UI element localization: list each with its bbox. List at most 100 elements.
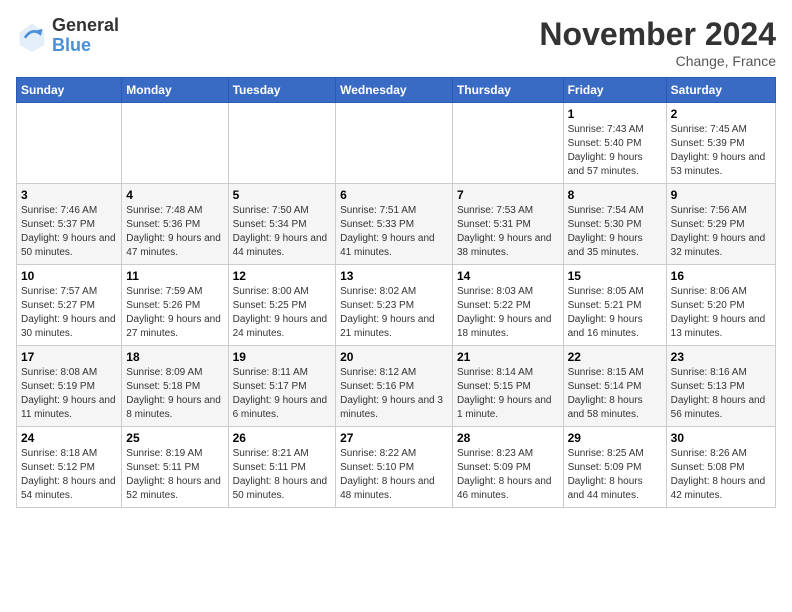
- calendar-cell: 23Sunrise: 8:16 AM Sunset: 5:13 PM Dayli…: [666, 346, 775, 427]
- day-number: 27: [340, 431, 448, 445]
- calendar-cell: [17, 103, 122, 184]
- day-number: 7: [457, 188, 559, 202]
- day-info: Sunrise: 8:00 AM Sunset: 5:25 PM Dayligh…: [233, 285, 332, 341]
- day-info: Sunrise: 8:19 AM Sunset: 5:11 PM Dayligh…: [126, 447, 223, 503]
- calendar-header: SundayMondayTuesdayWednesdayThursdayFrid…: [17, 78, 776, 103]
- logo-text: General Blue: [52, 16, 119, 56]
- weekday-header: Thursday: [452, 78, 563, 103]
- calendar-week: 3 Sunrise: 7:46 AM Sunset: 5:37 PM Daylig…: [17, 184, 776, 265]
- day-number: 10: [21, 269, 117, 283]
- day-number: 30: [671, 431, 771, 445]
- calendar-cell: 14Sunrise: 8:03 AM Sunset: 5:22 PM Dayli…: [452, 265, 563, 346]
- calendar-cell: 30 Sunrise: 8:26 AM Sunset: 5:08 PM Dayli…: [666, 427, 775, 508]
- day-number: 29: [568, 431, 662, 445]
- day-info: Sunrise: 8:12 AM Sunset: 5:16 PM Dayligh…: [340, 366, 448, 422]
- location: Change, France: [539, 53, 776, 69]
- calendar-cell: 13 Sunrise: 8:02 AM Sunset: 5:23 PM Dayli…: [336, 265, 453, 346]
- calendar-cell: 3 Sunrise: 7:46 AM Sunset: 5:37 PM Daylig…: [17, 184, 122, 265]
- calendar-table: SundayMondayTuesdayWednesdayThursdayFrid…: [16, 77, 776, 508]
- day-number: 14: [457, 269, 559, 283]
- day-number: 1: [568, 107, 662, 121]
- day-number: 12: [233, 269, 332, 283]
- weekday-header: Monday: [122, 78, 228, 103]
- calendar-cell: 24Sunrise: 8:18 AM Sunset: 5:12 PM Dayli…: [17, 427, 122, 508]
- calendar-cell: 7 Sunrise: 7:53 AM Sunset: 5:31 PM Daylig…: [452, 184, 563, 265]
- calendar-cell: 18Sunrise: 8:09 AM Sunset: 5:18 PM Dayli…: [122, 346, 228, 427]
- day-info: Sunrise: 7:57 AM Sunset: 5:27 PM Dayligh…: [21, 285, 117, 341]
- calendar-cell: 17Sunrise: 8:08 AM Sunset: 5:19 PM Dayli…: [17, 346, 122, 427]
- calendar-cell: 19 Sunrise: 8:11 AM Sunset: 5:17 PM Dayli…: [228, 346, 336, 427]
- header-row: SundayMondayTuesdayWednesdayThursdayFrid…: [17, 78, 776, 103]
- day-info: Sunrise: 8:06 AM Sunset: 5:20 PM Dayligh…: [671, 285, 771, 341]
- calendar-cell: [452, 103, 563, 184]
- day-info: Sunrise: 8:14 AM Sunset: 5:15 PM Dayligh…: [457, 366, 559, 422]
- day-number: 11: [126, 269, 223, 283]
- calendar-body: 1 Sunrise: 7:43 AM Sunset: 5:40 PM Daylig…: [17, 103, 776, 508]
- calendar-cell: 12 Sunrise: 8:00 AM Sunset: 5:25 PM Dayli…: [228, 265, 336, 346]
- calendar-cell: 5 Sunrise: 7:50 AM Sunset: 5:34 PM Daylig…: [228, 184, 336, 265]
- day-info: Sunrise: 7:45 AM Sunset: 5:39 PM Dayligh…: [671, 123, 771, 179]
- calendar-cell: [336, 103, 453, 184]
- day-info: Sunrise: 8:21 AM Sunset: 5:11 PM Dayligh…: [233, 447, 332, 503]
- day-number: 13: [340, 269, 448, 283]
- day-number: 19: [233, 350, 332, 364]
- day-info: Sunrise: 7:53 AM Sunset: 5:31 PM Dayligh…: [457, 204, 559, 260]
- day-number: 20: [340, 350, 448, 364]
- weekday-header: Tuesday: [228, 78, 336, 103]
- day-info: Sunrise: 8:25 AM Sunset: 5:09 PM Dayligh…: [568, 447, 662, 503]
- day-number: 16: [671, 269, 771, 283]
- day-info: Sunrise: 7:51 AM Sunset: 5:33 PM Dayligh…: [340, 204, 448, 260]
- day-info: Sunrise: 8:08 AM Sunset: 5:19 PM Dayligh…: [21, 366, 117, 422]
- calendar-cell: 9 Sunrise: 7:56 AM Sunset: 5:29 PM Daylig…: [666, 184, 775, 265]
- day-info: Sunrise: 7:48 AM Sunset: 5:36 PM Dayligh…: [126, 204, 223, 260]
- title-area: November 2024 Change, France: [539, 16, 776, 69]
- weekday-header: Saturday: [666, 78, 775, 103]
- calendar-cell: 22Sunrise: 8:15 AM Sunset: 5:14 PM Dayli…: [563, 346, 666, 427]
- calendar-cell: 2Sunrise: 7:45 AM Sunset: 5:39 PM Daylig…: [666, 103, 775, 184]
- logo-icon: [16, 20, 48, 52]
- day-number: 15: [568, 269, 662, 283]
- calendar-cell: 8Sunrise: 7:54 AM Sunset: 5:30 PM Daylig…: [563, 184, 666, 265]
- day-number: 4: [126, 188, 223, 202]
- calendar-week: 1 Sunrise: 7:43 AM Sunset: 5:40 PM Daylig…: [17, 103, 776, 184]
- calendar-week: 17Sunrise: 8:08 AM Sunset: 5:19 PM Dayli…: [17, 346, 776, 427]
- day-info: Sunrise: 7:56 AM Sunset: 5:29 PM Dayligh…: [671, 204, 771, 260]
- calendar-week: 24Sunrise: 8:18 AM Sunset: 5:12 PM Dayli…: [17, 427, 776, 508]
- day-info: Sunrise: 7:46 AM Sunset: 5:37 PM Dayligh…: [21, 204, 117, 260]
- calendar-cell: 10 Sunrise: 7:57 AM Sunset: 5:27 PM Dayli…: [17, 265, 122, 346]
- day-number: 9: [671, 188, 771, 202]
- day-info: Sunrise: 8:05 AM Sunset: 5:21 PM Dayligh…: [568, 285, 662, 341]
- calendar-cell: [122, 103, 228, 184]
- weekday-header: Wednesday: [336, 78, 453, 103]
- weekday-header: Friday: [563, 78, 666, 103]
- calendar-cell: 11Sunrise: 7:59 AM Sunset: 5:26 PM Dayli…: [122, 265, 228, 346]
- calendar-cell: 6 Sunrise: 7:51 AM Sunset: 5:33 PM Daylig…: [336, 184, 453, 265]
- calendar-cell: 25 Sunrise: 8:19 AM Sunset: 5:11 PM Dayli…: [122, 427, 228, 508]
- calendar-cell: 29 Sunrise: 8:25 AM Sunset: 5:09 PM Dayli…: [563, 427, 666, 508]
- calendar-cell: 27 Sunrise: 8:22 AM Sunset: 5:10 PM Dayli…: [336, 427, 453, 508]
- calendar-cell: 1 Sunrise: 7:43 AM Sunset: 5:40 PM Daylig…: [563, 103, 666, 184]
- day-info: Sunrise: 8:02 AM Sunset: 5:23 PM Dayligh…: [340, 285, 448, 341]
- calendar-cell: 16 Sunrise: 8:06 AM Sunset: 5:20 PM Dayli…: [666, 265, 775, 346]
- day-number: 25: [126, 431, 223, 445]
- day-number: 6: [340, 188, 448, 202]
- day-info: Sunrise: 8:11 AM Sunset: 5:17 PM Dayligh…: [233, 366, 332, 422]
- calendar-cell: 15 Sunrise: 8:05 AM Sunset: 5:21 PM Dayli…: [563, 265, 666, 346]
- day-info: Sunrise: 7:50 AM Sunset: 5:34 PM Dayligh…: [233, 204, 332, 260]
- day-number: 18: [126, 350, 223, 364]
- logo-line2: Blue: [52, 36, 119, 56]
- day-number: 5: [233, 188, 332, 202]
- page-header: General Blue November 2024 Change, Franc…: [16, 16, 776, 69]
- day-number: 26: [233, 431, 332, 445]
- day-number: 28: [457, 431, 559, 445]
- calendar-cell: [228, 103, 336, 184]
- day-number: 23: [671, 350, 771, 364]
- day-info: Sunrise: 8:22 AM Sunset: 5:10 PM Dayligh…: [340, 447, 448, 503]
- calendar-cell: 28Sunrise: 8:23 AM Sunset: 5:09 PM Dayli…: [452, 427, 563, 508]
- day-number: 3: [21, 188, 117, 202]
- day-number: 21: [457, 350, 559, 364]
- day-info: Sunrise: 7:43 AM Sunset: 5:40 PM Dayligh…: [568, 123, 662, 179]
- day-info: Sunrise: 7:54 AM Sunset: 5:30 PM Dayligh…: [568, 204, 662, 260]
- day-info: Sunrise: 8:26 AM Sunset: 5:08 PM Dayligh…: [671, 447, 771, 503]
- logo-line1: General: [52, 16, 119, 36]
